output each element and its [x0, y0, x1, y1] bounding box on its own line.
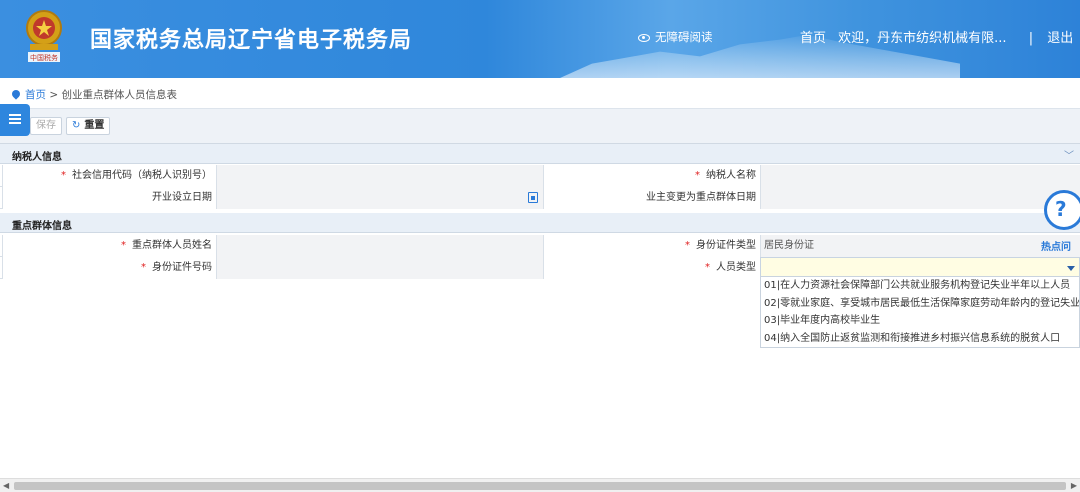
taxpayer-name-field[interactable]: [760, 165, 1080, 187]
breadcrumb-home-link[interactable]: 首页: [25, 89, 46, 101]
header-nav: 首页 欢迎，丹东市纺织机械有限... | 退出: [800, 27, 1080, 46]
breadcrumb-separator: >: [49, 89, 59, 101]
id-type-label: * 身份证件类型: [543, 235, 760, 257]
horizontal-scrollbar[interactable]: ◀ ▶: [0, 478, 1080, 492]
breadcrumb-current: 创业重点群体人员信息表: [61, 89, 178, 101]
calendar-icon[interactable]: [528, 192, 538, 203]
logout-link[interactable]: 退出: [1047, 31, 1073, 46]
id-type-field[interactable]: 居民身份证: [760, 235, 1080, 257]
site-title: 国家税务总局辽宁省电子税务局: [90, 28, 413, 53]
person-type-dropdown: 01|在人力资源社会保障部门公共就业服务机构登记失业半年以上人员 02|零就业家…: [760, 276, 1080, 348]
hot-questions-label: 热点问: [1041, 242, 1071, 253]
scroll-right-icon[interactable]: ▶: [1071, 481, 1077, 490]
id-number-label: * 身份证件号码: [2, 257, 216, 279]
scroll-left-icon[interactable]: ◀: [3, 481, 9, 490]
change-date-label: 业主变更为重点群体日期: [543, 187, 760, 209]
accessible-reading-link[interactable]: 无障碍阅读: [638, 29, 713, 45]
menu-toggle-button[interactable]: [0, 104, 30, 136]
form-row-open-date: 开业设立日期 业主变更为重点群体日期: [0, 187, 1080, 209]
form-row-person-name: * 重点群体人员姓名 * 身份证件类型 居民身份证: [0, 235, 1080, 257]
reset-label: 重置: [84, 120, 105, 131]
open-date-field[interactable]: [216, 187, 543, 209]
location-pin-icon: [10, 88, 22, 100]
section-title-taxpayer: 纳税人信息: [12, 152, 62, 163]
chevron-down-icon[interactable]: ﹀: [1064, 147, 1074, 162]
credit-code-label: * 社会信用代码（纳税人识别号）: [2, 165, 216, 187]
toolbar: [0, 108, 1080, 144]
open-date-label: 开业设立日期: [2, 187, 216, 209]
form-row-credit-code: * 社会信用代码（纳税人识别号） * 纳税人名称: [0, 165, 1080, 187]
welcome-user: 欢迎，丹东市纺织机械有限...: [838, 31, 1007, 46]
menu-icon: [9, 114, 21, 116]
nav-separator: |: [1028, 31, 1034, 46]
person-name-field[interactable]: [216, 235, 543, 257]
refresh-icon: ↻: [72, 120, 81, 131]
section-key-group-info: 重点群体信息: [0, 213, 1080, 233]
dropdown-option[interactable]: 04|纳入全国防止返贫监测和衔接推进乡村振兴信息系统的脱贫人口: [761, 330, 1079, 348]
scrollbar-thumb[interactable]: [14, 482, 1066, 490]
eye-icon: [638, 33, 650, 42]
dropdown-option[interactable]: 02|零就业家庭、享受城市居民最低生活保障家庭劳动年龄内的登记失业人员: [761, 295, 1079, 313]
section-title-key-group: 重点群体信息: [12, 221, 72, 232]
id-number-field[interactable]: [216, 257, 543, 279]
tax-emblem-logo: 中国税务: [26, 10, 62, 62]
person-type-label: * 人员类型: [543, 257, 760, 279]
section-taxpayer-info[interactable]: 纳税人信息 ﹀: [0, 144, 1080, 164]
change-date-field[interactable]: [760, 187, 1080, 209]
save-button[interactable]: 保存: [30, 117, 62, 135]
nav-home-link[interactable]: 首页: [800, 31, 826, 46]
dropdown-arrow-icon[interactable]: [1067, 266, 1075, 271]
dropdown-option[interactable]: 01|在人力资源社会保障部门公共就业服务机构登记失业半年以上人员: [761, 277, 1079, 295]
accessible-reading-label: 无障碍阅读: [655, 30, 713, 44]
help-circle-icon[interactable]: ?: [1044, 190, 1080, 230]
breadcrumb: 首页 > 创业重点群体人员信息表: [10, 87, 178, 102]
reset-button[interactable]: ↻ 重置: [66, 117, 111, 135]
site-header: 中国税务 国家税务总局辽宁省电子税务局 无障碍阅读 首页 欢迎，丹东市纺织机械有…: [0, 0, 1080, 78]
svg-text:中国税务: 中国税务: [30, 53, 58, 62]
taxpayer-name-label: * 纳税人名称: [543, 165, 760, 187]
person-name-label: * 重点群体人员姓名: [2, 235, 216, 257]
credit-code-field[interactable]: [216, 165, 543, 187]
hot-questions-widget[interactable]: ? 热点问: [1040, 190, 1080, 253]
dropdown-option[interactable]: 03|毕业年度内高校毕业生: [761, 312, 1079, 330]
